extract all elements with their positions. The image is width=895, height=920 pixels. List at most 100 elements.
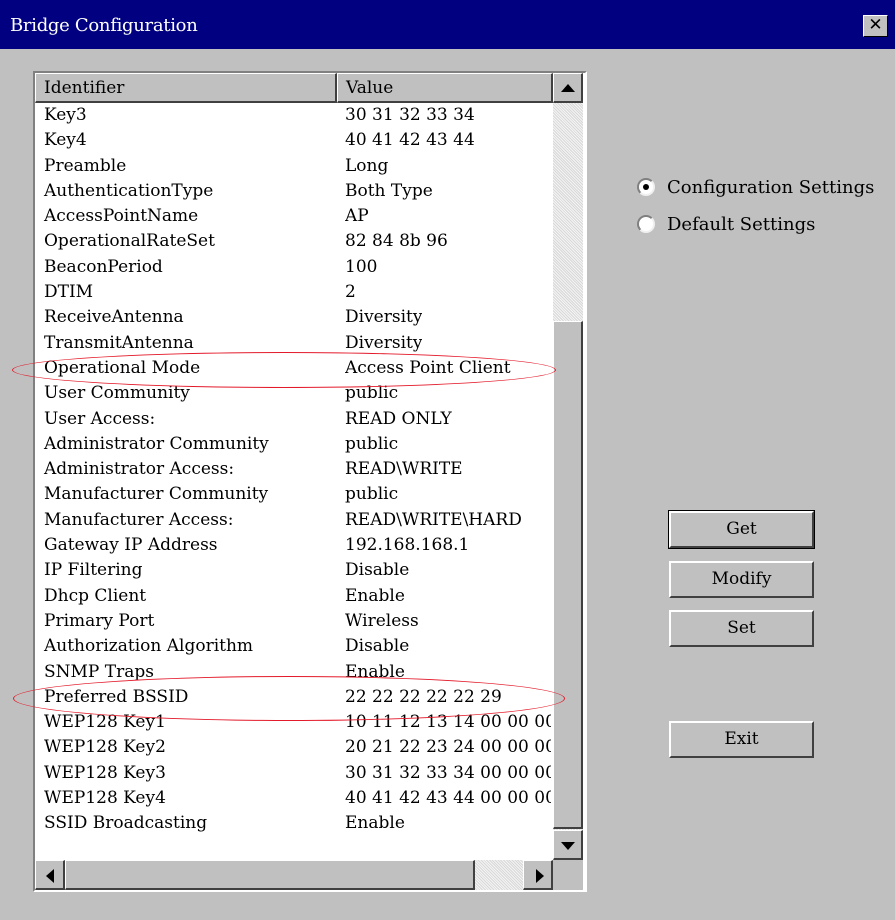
table-row[interactable]: Manufacturer Access: READ\WRITE\HARD <box>35 508 553 533</box>
row-value: public <box>345 433 399 454</box>
table-row[interactable]: Primary Port Wireless <box>35 609 553 634</box>
table-row[interactable]: Authorization Algorithm Disable <box>35 634 553 659</box>
row-value: 82 84 8b 96 <box>345 231 448 252</box>
table-row[interactable]: IP Filtering Disable <box>35 558 553 583</box>
row-identifier: BeaconPeriod <box>44 256 163 277</box>
modify-button[interactable]: Modify <box>669 561 814 598</box>
row-identifier: AccessPointName <box>44 206 199 227</box>
row-identifier: Authorization Algorithm <box>44 636 254 657</box>
table-row[interactable]: Key4 40 41 42 43 44 <box>35 128 553 153</box>
row-value: 40 41 42 43 44 00 00 00 <box>345 788 551 809</box>
row-value: Both Type <box>345 180 433 201</box>
row-value: 100 <box>345 256 378 277</box>
row-value: 20 21 22 23 24 00 00 00 <box>345 737 551 758</box>
row-identifier: Manufacturer Community <box>44 484 269 505</box>
row-value: 10 11 12 13 14 00 00 00 <box>345 712 551 733</box>
row-identifier: Administrator Access: <box>44 459 235 480</box>
row-identifier: Preferred BSSID <box>44 686 189 707</box>
row-value: Diversity <box>345 332 423 353</box>
row-value: READ ONLY <box>345 408 452 429</box>
arrow-right-icon <box>536 869 544 883</box>
table-row[interactable]: SSID Broadcasting Enable <box>35 811 553 836</box>
radio-label: Configuration Settings <box>667 176 875 198</box>
row-identifier: User Community <box>44 383 190 404</box>
row-value: Disable <box>345 560 410 581</box>
table-row[interactable]: Preferred BSSID 22 22 22 22 22 29 <box>35 685 553 710</box>
table-row[interactable]: Manufacturer Community public <box>35 482 553 507</box>
title-bar: Bridge Configuration ✕ <box>0 0 895 49</box>
exit-button[interactable]: Exit <box>669 721 814 758</box>
list-header: Identifier Value <box>35 73 553 103</box>
row-identifier: WEP128 Key3 <box>44 762 166 783</box>
row-identifier: WEP128 Key4 <box>44 788 166 809</box>
row-value: 2 <box>345 282 356 303</box>
table-row[interactable]: WEP128 Key4 40 41 42 43 44 00 00 00 <box>35 786 553 811</box>
close-button[interactable]: ✕ <box>863 15 888 37</box>
table-row[interactable]: AuthenticationType Both Type <box>35 179 553 204</box>
horizontal-scrollbar[interactable] <box>35 860 553 890</box>
column-header-identifier[interactable]: Identifier <box>35 73 337 103</box>
scroll-down-button[interactable] <box>553 830 583 860</box>
table-row[interactable]: User Community public <box>35 381 553 406</box>
table-row[interactable]: OperationalRateSet 82 84 8b 96 <box>35 229 553 254</box>
row-value: READ\WRITE\HARD <box>345 509 522 530</box>
row-value: Disable <box>345 636 410 657</box>
scroll-thumb[interactable] <box>553 321 583 829</box>
row-value: Enable <box>345 661 405 682</box>
scroll-right-button[interactable] <box>523 860 553 890</box>
table-row[interactable]: WEP128 Key2 20 21 22 23 24 00 00 00 <box>35 735 553 760</box>
scrollbar-corner <box>553 860 583 890</box>
table-row[interactable]: BeaconPeriod 100 <box>35 255 553 280</box>
table-row[interactable]: WEP128 Key3 30 31 32 33 34 00 00 00 <box>35 761 553 786</box>
radio-button[interactable] <box>637 178 655 196</box>
row-identifier: TransmitAntenna <box>44 332 194 353</box>
row-value: 192.168.168.1 <box>345 535 470 556</box>
row-identifier: OperationalRateSet <box>44 231 215 252</box>
radio-default-settings[interactable]: Default Settings <box>637 211 815 237</box>
row-value: public <box>345 484 399 505</box>
get-button[interactable]: Get <box>668 510 815 549</box>
table-row[interactable]: AccessPointName AP <box>35 204 553 229</box>
table-row[interactable]: Administrator Community public <box>35 432 553 457</box>
table-row[interactable]: Administrator Access: READ\WRITE <box>35 457 553 482</box>
row-identifier: IP Filtering <box>44 560 143 581</box>
row-identifier: SSID Broadcasting <box>44 813 208 834</box>
table-row[interactable]: DTIM 2 <box>35 280 553 305</box>
row-identifier: Operational Mode <box>44 357 201 378</box>
row-value: 40 41 42 43 44 <box>345 130 475 151</box>
table-row[interactable]: Dhcp Client Enable <box>35 584 553 609</box>
row-identifier: Key4 <box>44 130 87 151</box>
table-row[interactable]: TransmitAntenna Diversity <box>35 331 553 356</box>
row-identifier: Manufacturer Access: <box>44 509 234 530</box>
row-value: 30 31 32 33 34 00 00 00 <box>345 762 551 783</box>
row-identifier: Administrator Community <box>44 433 269 454</box>
column-header-value[interactable]: Value <box>337 73 553 103</box>
table-row[interactable]: SNMP Traps Enable <box>35 660 553 685</box>
table-row[interactable]: Key3 30 31 32 33 34 <box>35 103 553 128</box>
window-title: Bridge Configuration <box>10 15 198 36</box>
table-row[interactable]: WEP128 Key1 10 11 12 13 14 00 00 00 <box>35 710 553 735</box>
row-value: Access Point Client <box>345 357 511 378</box>
row-value: Wireless <box>345 610 419 631</box>
row-identifier: Dhcp Client <box>44 585 147 606</box>
table-row[interactable]: ReceiveAntenna Diversity <box>35 305 553 330</box>
arrow-left-icon <box>46 869 54 883</box>
config-list[interactable]: Identifier Value Key3 30 31 32 33 34 Key4 4… <box>33 71 587 892</box>
table-row[interactable]: User Access: READ ONLY <box>35 407 553 432</box>
radio-configuration-settings[interactable]: Configuration Settings <box>637 174 874 200</box>
row-value: AP <box>345 206 369 227</box>
scroll-left-button[interactable] <box>35 860 65 890</box>
radio-button[interactable] <box>637 215 655 233</box>
row-identifier: WEP128 Key2 <box>44 737 166 758</box>
table-row[interactable]: Operational Mode Access Point Client <box>35 356 553 381</box>
row-identifier: User Access: <box>44 408 156 429</box>
table-row[interactable]: Gateway IP Address 192.168.168.1 <box>35 533 553 558</box>
table-row[interactable]: Preamble Long <box>35 154 553 179</box>
scroll-up-button[interactable] <box>553 73 583 103</box>
vertical-scrollbar[interactable] <box>553 73 583 860</box>
row-value: 30 31 32 33 34 <box>345 105 475 125</box>
close-icon: ✕ <box>868 15 883 35</box>
radio-selected-dot <box>643 184 649 190</box>
set-button[interactable]: Set <box>669 610 814 647</box>
hscroll-thumb[interactable] <box>65 860 475 890</box>
